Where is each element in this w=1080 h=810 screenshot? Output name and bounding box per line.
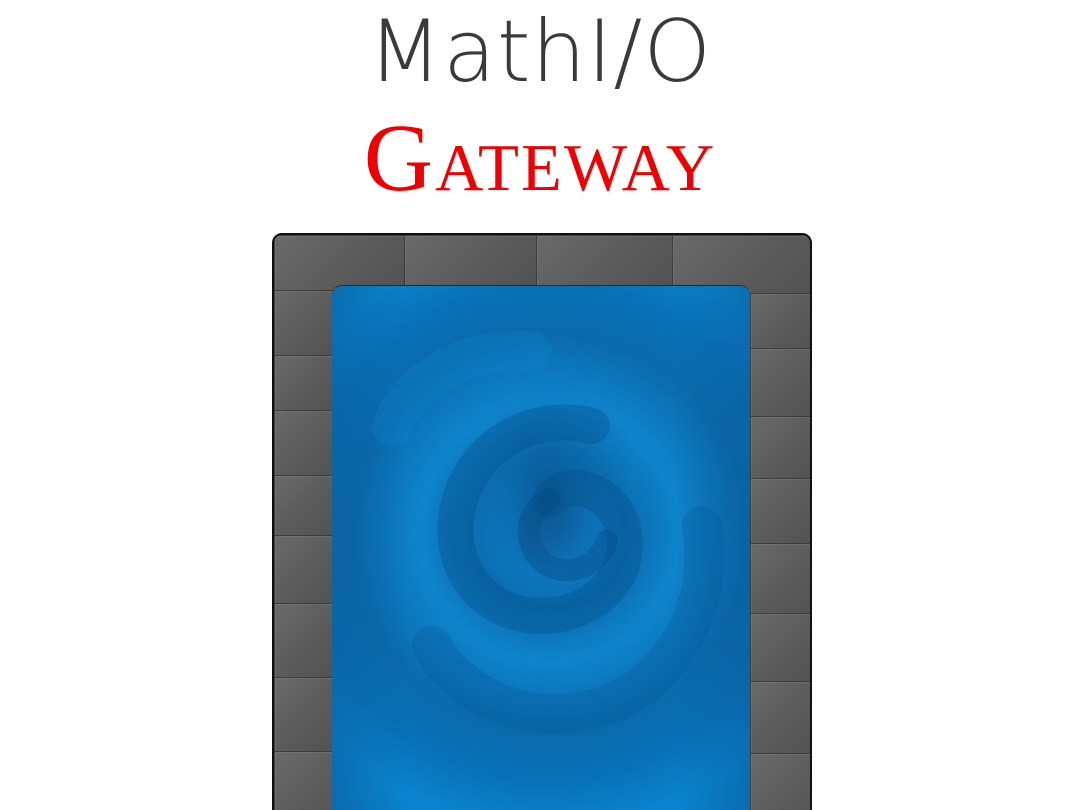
frame-stone [274, 677, 334, 753]
frame-stone [750, 293, 810, 350]
game-title-gateway: Gateway [363, 104, 717, 211]
frame-stone [274, 535, 334, 605]
game-title-mathio: MathI/O [367, 2, 713, 102]
frame-stone [536, 235, 674, 289]
frame-stone [750, 753, 810, 810]
frame-stone [274, 290, 334, 357]
frame-stone [274, 751, 334, 810]
frame-stone [750, 543, 810, 615]
frame-stone [750, 478, 810, 545]
frame-stone [274, 235, 406, 292]
frame-stone [750, 348, 810, 418]
frame-stone [404, 235, 538, 287]
frame-stone [750, 613, 810, 683]
frame-stone [274, 355, 334, 412]
portal-swirl-icon [332, 286, 750, 810]
frame-stone [750, 416, 810, 480]
frame-stone [274, 603, 334, 679]
frame-stone [274, 475, 334, 537]
frame-stone [274, 410, 334, 477]
stone-gate-frame [272, 233, 812, 810]
frame-stone [750, 681, 810, 755]
game-stage: MathI/O Gateway [0, 0, 1080, 810]
swirl-portal-icon[interactable] [332, 285, 750, 810]
